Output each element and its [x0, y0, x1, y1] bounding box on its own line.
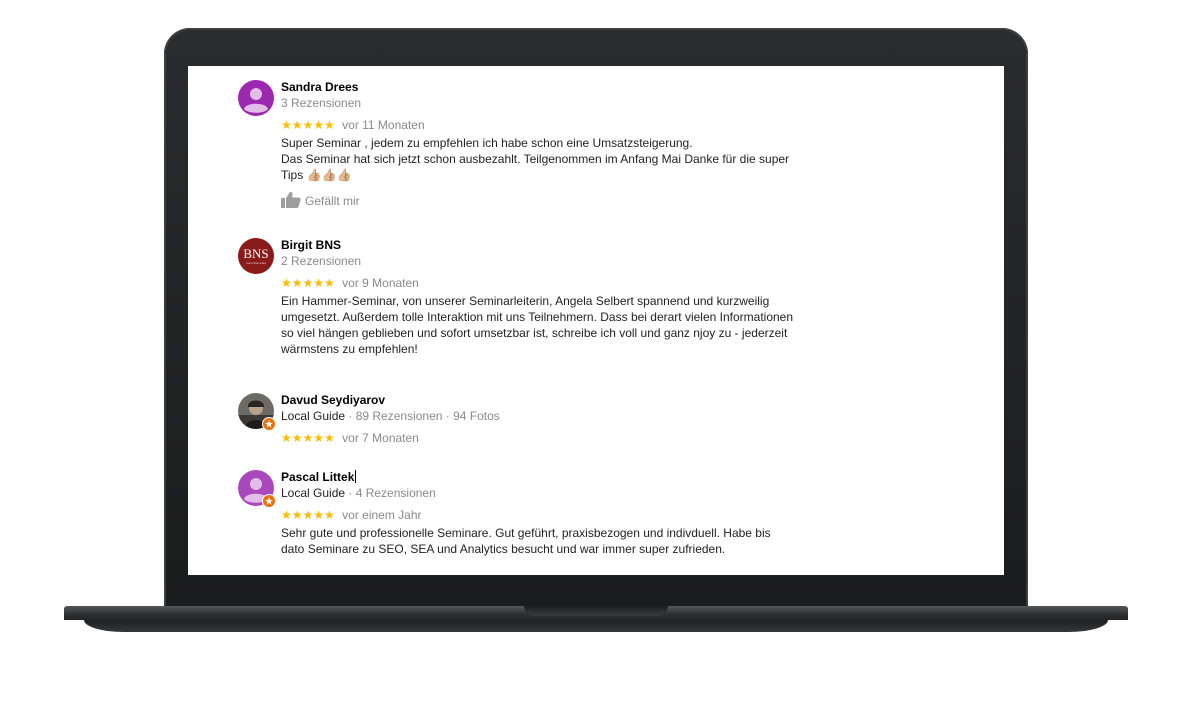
- text-cursor: [355, 470, 357, 483]
- avatar[interactable]: BNS more than care: [238, 238, 274, 274]
- reviewer-meta[interactable]: Local Guide · 89 Rezensionen · 94 Fotos: [281, 409, 811, 423]
- laptop-base-bottom: [84, 620, 1108, 632]
- avatar[interactable]: [238, 80, 274, 116]
- review-text: Ein Hammer-Seminar, von unserer Seminarl…: [281, 294, 794, 356]
- review-time: vor 11 Monaten: [342, 118, 425, 132]
- star-rating: ★★★★★: [281, 276, 335, 290]
- review-time: vor 7 Monaten: [342, 431, 419, 445]
- local-guide-badge: [262, 494, 276, 508]
- review-text: Sehr gute und professionelle Seminare. G…: [281, 526, 771, 556]
- local-guide-badge: [262, 417, 276, 431]
- review-text: Super Seminar , jedem zu empfehlen ich h…: [281, 136, 790, 182]
- svg-text:more than care: more than care: [246, 261, 267, 265]
- reviewer-meta[interactable]: 3 Rezensionen: [281, 96, 811, 110]
- laptop-screen: Sandra Drees 3 Rezensionen ★★★★★ vor 11 …: [188, 66, 1004, 575]
- user-silhouette-icon: [238, 80, 274, 116]
- reviewer-stats: · 89 Rezensionen · 94 Fotos: [345, 409, 500, 423]
- like-label: Gefällt mir: [305, 194, 360, 208]
- star-rating: ★★★★★: [281, 508, 335, 522]
- reviewer-stats: · 4 Rezensionen: [345, 486, 436, 500]
- star-icon: [264, 496, 273, 505]
- rating-row: ★★★★★ vor 11 Monaten: [281, 118, 811, 132]
- svg-text:BNS: BNS: [243, 246, 268, 261]
- local-guide-label: Local Guide: [281, 486, 346, 500]
- like-button[interactable]: Gefällt mir: [281, 192, 811, 210]
- avatar[interactable]: [238, 470, 276, 508]
- reviewer-name[interactable]: Pascal Littek: [281, 470, 811, 484]
- reviewer-meta[interactable]: 2 Rezensionen: [281, 254, 811, 268]
- laptop-notch: [524, 606, 668, 616]
- star-rating: ★★★★★: [281, 431, 335, 445]
- bns-logo-icon: BNS more than care: [238, 238, 274, 274]
- star-rating: ★★★★★: [281, 118, 335, 132]
- rating-row: ★★★★★ vor 7 Monaten: [281, 431, 811, 445]
- reviewer-name[interactable]: Sandra Drees: [281, 80, 811, 94]
- star-icon: [264, 419, 273, 428]
- review-time: vor 9 Monaten: [342, 276, 419, 290]
- avatar[interactable]: [238, 393, 276, 431]
- rating-row: ★★★★★ vor einem Jahr: [281, 508, 811, 522]
- reviewer-name[interactable]: Davud Seydiyarov: [281, 393, 811, 407]
- thumbs-up-icon: [281, 192, 301, 208]
- reviewer-name-text: Pascal Littek: [281, 470, 355, 484]
- local-guide-label: Local Guide: [281, 409, 346, 423]
- review-time: vor einem Jahr: [342, 508, 422, 522]
- rating-row: ★★★★★ vor 9 Monaten: [281, 276, 811, 290]
- reviewer-name[interactable]: Birgit BNS: [281, 238, 811, 252]
- reviewer-meta[interactable]: Local Guide · 4 Rezensionen: [281, 486, 811, 500]
